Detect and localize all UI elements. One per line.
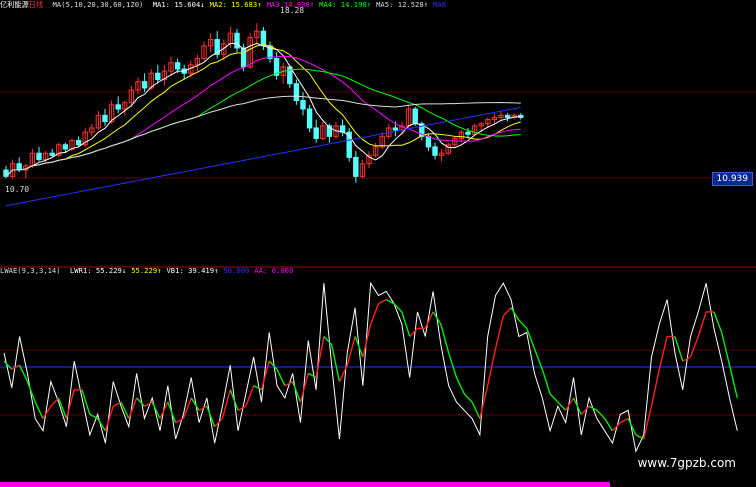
- lwr2-segment: [728, 365, 739, 399]
- lwr2-segment: [338, 364, 348, 382]
- ind-item-3: 90.000: [223, 266, 250, 275]
- lwr2-segment: [588, 405, 598, 411]
- ma-item-4: MA5: 12.528↑: [376, 0, 429, 9]
- lwr2-segment: [144, 401, 153, 407]
- lwr2-segment: [276, 368, 286, 387]
- period-label: 日线: [28, 0, 44, 9]
- ma-item-5: MA6: [433, 0, 447, 9]
- candle-body: [260, 30, 267, 47]
- candle-body: [293, 83, 300, 102]
- bottom-header: LWAE(9,3,3,14) LWR1: 55.229↓ 55.229↑ VB1: …: [0, 265, 303, 277]
- indicator-name: LWAE(9,3,3,14): [0, 266, 61, 275]
- lwr2-segment: [253, 385, 262, 391]
- lwr2-segment: [136, 397, 145, 407]
- lwr2-segment: [494, 315, 504, 349]
- candle-body: [62, 144, 69, 150]
- lwr2-segment: [650, 369, 660, 407]
- ind-item-0: LWR1: 55.229↓: [69, 266, 127, 275]
- ind-item-4: AA: 0.000: [254, 266, 294, 275]
- stock-name: 亿利能源: [0, 0, 29, 9]
- ma20-line: [5, 55, 521, 177]
- lwr2-segment: [221, 389, 231, 419]
- lwr2-segment: [619, 417, 629, 424]
- lwr2-segment: [167, 401, 177, 423]
- lwr2-segment: [409, 327, 418, 337]
- candle-body: [313, 127, 319, 139]
- candle-body: [75, 140, 82, 146]
- ma30-line: [5, 68, 521, 177]
- current-price-tag: 10.939: [711, 172, 753, 186]
- candle-body: [240, 47, 247, 68]
- lwr2-segment: [323, 336, 333, 346]
- lwr2-segment: [229, 389, 239, 411]
- lwr2-segment: [541, 369, 551, 395]
- lwr2-segment: [26, 381, 36, 403]
- lwr2-segment: [580, 405, 590, 415]
- lwr2-segment: [206, 405, 216, 427]
- candle-body: [353, 156, 359, 177]
- candle-body: [141, 81, 148, 89]
- ma-item-1: MA2: 15.683↑: [209, 0, 262, 9]
- lwr2-segment: [432, 311, 442, 325]
- ma120-line: [5, 106, 521, 207]
- lwr2-segment: [237, 405, 247, 411]
- lwr2-segment: [346, 336, 356, 366]
- lwr2-segment: [50, 397, 60, 407]
- lwr2-segment: [307, 372, 317, 379]
- watermark: www.7gpzb.com: [637, 456, 736, 470]
- ma-item-3: MA4: 14.198↑: [319, 0, 372, 9]
- lwr2-segment: [502, 307, 512, 317]
- kline-chart: [0, 23, 756, 487]
- candle-body: [504, 114, 511, 118]
- candle-body: [465, 131, 471, 135]
- ma-item-0: MA1: 15.604↓: [152, 0, 205, 9]
- lwr2-segment: [697, 311, 707, 337]
- aa-bar: [0, 482, 610, 487]
- lwr2-segment: [354, 336, 364, 358]
- lwr2-segment: [378, 298, 387, 305]
- candle-body: [412, 108, 418, 125]
- high-label: 18.28: [280, 6, 305, 15]
- lwr2-segment: [159, 401, 169, 419]
- lwr2-segment: [713, 311, 723, 333]
- candle-body: [115, 104, 121, 110]
- lwr2-segment: [448, 352, 458, 378]
- lwr2-segment: [604, 418, 614, 432]
- candle-body: [174, 62, 181, 70]
- candle-body: [16, 163, 22, 171]
- lwr2-segment: [518, 319, 528, 329]
- ind-item-2: VB1: 39.419↑: [166, 266, 219, 275]
- lwr2-segment: [370, 303, 380, 325]
- candle-body: [102, 114, 108, 123]
- top-header: 亿利能源日线 MA(5,10,20,30,60,120) MA1: 15.604…: [0, 0, 456, 11]
- lwr2-segment: [721, 332, 731, 366]
- lwr2-segment: [455, 377, 465, 395]
- lwr2-segment: [533, 348, 543, 370]
- lwr2-segment: [175, 417, 184, 424]
- indicator-values: LWR1: 55.229↓ 55.229↑ VB1: 39.419↑ 90.000 AA…: [70, 266, 298, 275]
- lwr2-segment: [463, 393, 473, 403]
- lwr2-segment: [572, 397, 582, 415]
- candle-body: [300, 100, 306, 110]
- lwr2-segment: [658, 336, 668, 370]
- lwr2-segment: [34, 401, 44, 419]
- candle-body: [49, 152, 55, 156]
- candle-body: [425, 135, 432, 148]
- ma-params: MA(5,10,20,30,60,120): [52, 0, 144, 9]
- lwr2-segment: [596, 409, 606, 419]
- candle-body: [432, 146, 438, 156]
- candle-body: [392, 127, 399, 131]
- lwr2-segment: [549, 393, 559, 403]
- candle-body: [306, 108, 313, 129]
- candle-body: [36, 152, 42, 161]
- ind-item-1: 55.229↑: [131, 266, 162, 275]
- lwr2-segment: [689, 336, 699, 358]
- candle-body: [155, 72, 161, 81]
- low-label: 10.70: [5, 185, 30, 194]
- candle-body: [234, 32, 240, 49]
- lwr2-segment: [471, 401, 481, 419]
